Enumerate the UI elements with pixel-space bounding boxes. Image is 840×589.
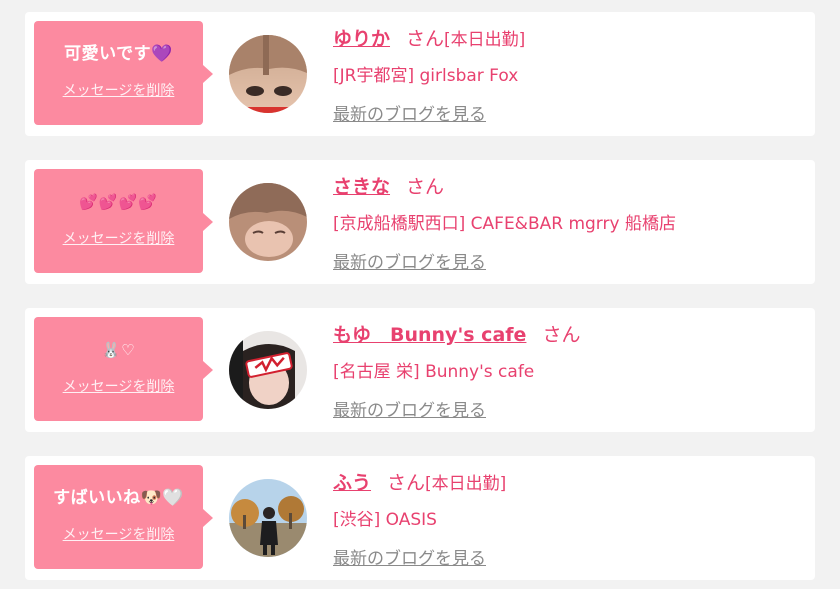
shop-label: [渋谷] OASIS bbox=[333, 510, 437, 530]
latest-blog-link[interactable]: 最新のブログを見る bbox=[333, 100, 486, 125]
message-card: 🐰♡ メッセージを削除 もゆ Bunny's cafe さん [名古屋 栄] Bu… bbox=[25, 308, 815, 432]
message-text: 🐰♡ bbox=[101, 341, 136, 359]
message-bubble: 💕💕💕💕 メッセージを削除 bbox=[34, 169, 213, 273]
message-bubble: 可愛いです💜 メッセージを削除 bbox=[34, 21, 213, 125]
honorific: さん bbox=[387, 472, 426, 494]
shop-label: [京成船橋駅西口] CAFE&BAR mgrry 船橋店 bbox=[333, 214, 676, 234]
name-line: ゆりか さん[本日出勤] bbox=[333, 24, 525, 51]
message-card: 可愛いです💜 メッセージを削除 ゆりか さん[本日出勤] [JR宇都宮] girl… bbox=[25, 12, 815, 136]
name-line: もゆ Bunny's cafe さん bbox=[333, 320, 580, 347]
latest-blog-link[interactable]: 最新のブログを見る bbox=[333, 396, 486, 421]
girl-name-link[interactable]: ふう bbox=[333, 472, 371, 494]
shop-label: [名古屋 栄] Bunny's cafe bbox=[333, 362, 535, 382]
message-card: すばいいね🐶🤍 メッセージを削除 ふう さん[本日出勤] [渋谷] OASIS 最… bbox=[25, 456, 815, 580]
avatar[interactable] bbox=[229, 183, 307, 261]
latest-blog-link[interactable]: 最新のブログを見る bbox=[333, 544, 486, 569]
status-badge: [本日出勤] bbox=[444, 30, 526, 50]
shop-label: [JR宇都宮] girlsbar Fox bbox=[333, 66, 519, 86]
delete-message-link[interactable]: メッセージを削除 bbox=[34, 376, 203, 396]
message-text: すばいいね🐶🤍 bbox=[53, 488, 184, 508]
avatar[interactable] bbox=[229, 479, 307, 557]
girl-name-link[interactable]: もゆ Bunny's cafe bbox=[333, 324, 526, 346]
latest-blog-link[interactable]: 最新のブログを見る bbox=[333, 248, 486, 273]
honorific: さん bbox=[406, 28, 445, 50]
name-line: ふう さん[本日出勤] bbox=[333, 468, 506, 495]
honorific: さん bbox=[406, 176, 445, 198]
status-badge: [本日出勤] bbox=[425, 474, 507, 494]
delete-message-link[interactable]: メッセージを削除 bbox=[34, 228, 203, 248]
delete-message-link[interactable]: メッセージを削除 bbox=[34, 80, 203, 100]
avatar[interactable] bbox=[229, 35, 307, 113]
message-card: 💕💕💕💕 メッセージを削除 さきな さん [京成船橋駅西口] CAFE&BAR m… bbox=[25, 160, 815, 284]
girl-name-link[interactable]: ゆりか bbox=[333, 28, 390, 50]
avatar[interactable] bbox=[229, 331, 307, 409]
girl-name-link[interactable]: さきな bbox=[333, 176, 390, 198]
message-text: 可愛いです💜 bbox=[64, 44, 173, 64]
delete-message-link[interactable]: メッセージを削除 bbox=[34, 524, 203, 544]
message-bubble: すばいいね🐶🤍 メッセージを削除 bbox=[34, 465, 213, 569]
message-bubble: 🐰♡ メッセージを削除 bbox=[34, 317, 213, 421]
name-line: さきな さん bbox=[333, 172, 444, 199]
honorific: さん bbox=[542, 324, 581, 346]
message-text: 💕💕💕💕 bbox=[79, 193, 158, 211]
